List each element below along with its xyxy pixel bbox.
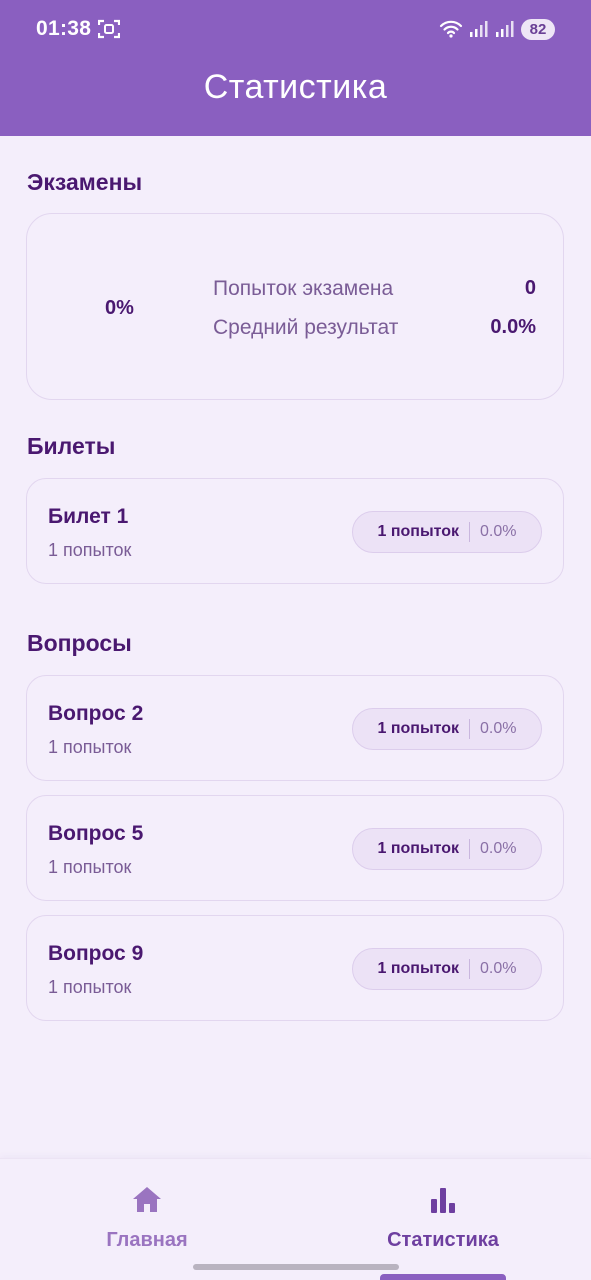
nav-item-home[interactable]: Главная [47, 1183, 247, 1252]
exam-attempts-value: 0 [524, 277, 536, 299]
question-card[interactable]: Вопрос 5 1 попыток 1 попыток 0.0% [26, 795, 564, 901]
attempts-pill: 1 попыток 0.0% [352, 708, 542, 750]
wifi-icon [439, 20, 463, 38]
exam-average-value: 0.0% [490, 316, 536, 338]
pill-divider [469, 959, 471, 979]
signal-icon [470, 21, 488, 37]
question-subtitle: 1 попыток [48, 977, 132, 997]
active-tab-indicator [380, 1274, 506, 1280]
attempts-pill: 1 попыток 0.0% [352, 828, 542, 870]
status-icons: 82 [439, 17, 555, 41]
question-card[interactable]: Вопрос 2 1 попыток 1 попыток 0.0% [26, 675, 564, 781]
app-bar: 01:38 82 Статистика [0, 0, 591, 136]
question-title: Вопрос 5 [48, 822, 144, 845]
pill-divider [469, 719, 471, 739]
exam-percent: 0% [105, 297, 134, 319]
ticket-card[interactable]: Билет 1 1 попыток 1 попыток 0.0% [26, 478, 564, 584]
attempts-pill: 1 попыток 0.0% [352, 511, 542, 553]
nav-label-statistics: Статистика [387, 1229, 499, 1251]
page-title: Статистика [203, 68, 388, 106]
question-subtitle: 1 попыток [48, 857, 132, 877]
pill-percent: 0.0% [480, 720, 517, 737]
status-bar: 01:38 82 [0, 0, 591, 60]
section-title-questions: Вопросы [27, 630, 132, 656]
pill-percent: 0.0% [480, 840, 517, 857]
section-title-exams: Экзамены [27, 169, 143, 195]
status-time: 01:38 [36, 17, 92, 40]
nav-item-statistics[interactable]: Статистика [343, 1183, 543, 1252]
pill-attempts: 1 попыток [377, 960, 460, 977]
exam-average-label: Средний результат [213, 316, 399, 339]
section-title-tickets: Билеты [27, 433, 116, 459]
bottom-navigation: Главная Статистика [0, 1158, 591, 1280]
pill-percent: 0.0% [480, 523, 517, 540]
pill-divider [469, 839, 471, 859]
signal-icon-2 [496, 21, 514, 37]
question-title: Вопрос 9 [48, 942, 144, 965]
gesture-handle[interactable] [193, 1264, 399, 1270]
pill-divider [469, 522, 471, 542]
question-card[interactable]: Вопрос 9 1 попыток 1 попыток 0.0% [26, 915, 564, 1021]
bar-chart-icon [431, 1188, 455, 1213]
question-title: Вопрос 2 [48, 702, 144, 725]
ticket-subtitle: 1 попыток [48, 540, 132, 560]
exam-attempts-label: Попыток экзамена [213, 277, 394, 300]
nav-label-home: Главная [106, 1229, 188, 1251]
ticket-title: Билет 1 [48, 505, 129, 528]
pill-attempts: 1 попыток [377, 720, 460, 737]
pill-percent: 0.0% [480, 960, 517, 977]
pill-attempts: 1 попыток [377, 523, 460, 540]
battery-indicator: 82 [521, 18, 555, 40]
screenshot-icon [98, 19, 120, 39]
question-subtitle: 1 попыток [48, 737, 132, 757]
pill-attempts: 1 попыток [377, 840, 460, 857]
attempts-pill: 1 попыток 0.0% [352, 948, 542, 990]
exam-summary-card: 0% Попыток экзамена 0 Средний результат … [26, 213, 564, 400]
home-icon [133, 1187, 161, 1212]
